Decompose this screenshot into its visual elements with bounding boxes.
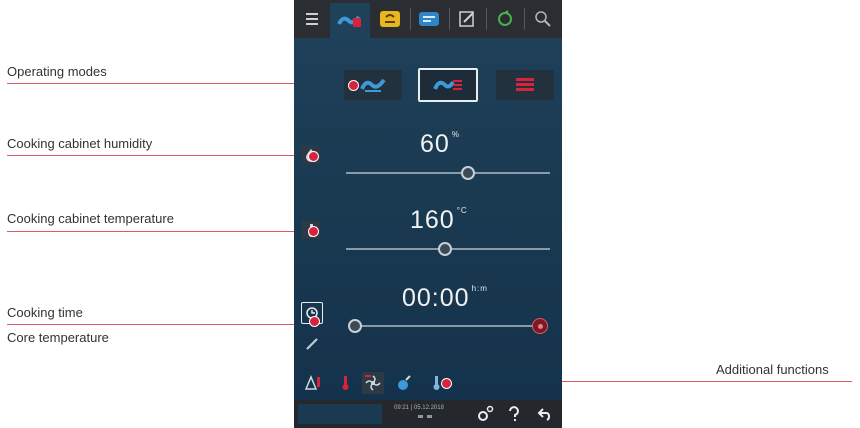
top-toolbar <box>294 0 562 38</box>
back-arrow-icon <box>537 408 551 421</box>
callout-line-humidity <box>7 155 309 156</box>
tab-menu[interactable] <box>300 5 324 33</box>
tab-manual-mode[interactable] <box>330 3 370 38</box>
cooking-time-unit: h:m <box>471 284 488 293</box>
toolbar-divider <box>486 8 487 30</box>
humidity-slider-track[interactable] <box>346 172 550 174</box>
combi-steam-icon <box>433 80 462 90</box>
mode-steam-button[interactable] <box>344 70 402 100</box>
function-button-4[interactable] <box>392 372 414 394</box>
cooking-time-value: 00:00 h:m <box>402 284 488 313</box>
callout-marker <box>348 80 359 91</box>
label-cooking-cabinet-humidity: Cooking cabinet humidity <box>7 136 153 151</box>
status-indicator-icon <box>427 415 432 418</box>
label-additional-functions: Additional functions <box>716 362 829 377</box>
status-clock: 09:21 | 05.12.2018 <box>394 405 444 411</box>
callout-marker <box>308 226 319 237</box>
settings-button[interactable] <box>474 404 496 424</box>
temperature-slider-handle[interactable] <box>438 242 452 256</box>
label-cooking-time: Cooking time <box>7 305 83 320</box>
function-button-5[interactable] <box>426 372 452 394</box>
tab-intelligent-cooking[interactable] <box>376 5 404 33</box>
tab-programming[interactable] <box>454 5 480 33</box>
back-button[interactable] <box>534 404 556 424</box>
delta-t-icon <box>304 375 320 390</box>
function-button-3[interactable] <box>362 372 384 394</box>
tab-programs[interactable] <box>415 5 443 33</box>
search-icon <box>535 11 551 27</box>
humidity-unit: % <box>451 130 460 139</box>
toolbar-divider <box>410 8 411 30</box>
programs-icon <box>419 12 439 26</box>
mode-convection-button[interactable] <box>496 70 554 100</box>
dry-heat-icon <box>516 78 534 91</box>
thermometer-icon <box>342 376 349 390</box>
oven-control-screen: 60% 160 °C 00:00 h:m 09:21 | 05.12.2018 <box>294 0 562 428</box>
cooking-time-slider-handle[interactable] <box>348 319 362 333</box>
status-indicators <box>418 415 436 419</box>
function-button-1[interactable] <box>302 372 324 394</box>
humidity-value: 60% <box>420 130 460 159</box>
humidity-number: 60 <box>420 130 450 158</box>
humidity-slider-handle[interactable] <box>461 166 475 180</box>
settings-icon <box>478 405 494 421</box>
chef-hat-icon <box>380 11 400 27</box>
temperature-side-button[interactable] <box>302 221 320 239</box>
tab-search[interactable] <box>530 5 556 33</box>
continuous-operation-button[interactable] <box>532 318 548 334</box>
core-temperature-side-button[interactable] <box>303 335 321 353</box>
function-button-2[interactable] <box>334 372 356 394</box>
toolbar-divider <box>449 8 450 30</box>
core-probe-icon <box>306 338 318 350</box>
callout-line-cooking-time <box>7 324 312 325</box>
status-field <box>298 404 382 424</box>
callout-marker <box>308 151 319 162</box>
cooking-time-side-button[interactable] <box>301 302 323 327</box>
fan-speed-icon <box>365 375 381 391</box>
bottom-status-bar: 09:21 | 05.12.2018 <box>294 400 562 428</box>
temperature-unit: °C <box>456 206 468 215</box>
label-cooking-cabinet-temperature: Cooking cabinet temperature <box>7 211 174 226</box>
temperature-number: 160 <box>410 206 455 234</box>
label-operating-modes: Operating modes <box>7 64 107 79</box>
continuous-operation-icon <box>537 323 543 329</box>
cooking-time-slider-track[interactable] <box>354 325 538 327</box>
tab-care[interactable] <box>492 5 518 33</box>
status-indicator-icon <box>418 415 423 418</box>
combi-steam-icon <box>337 15 361 27</box>
cleaning-cycle-icon <box>498 10 512 26</box>
toolbar-divider <box>524 8 525 30</box>
label-core-temperature: Core temperature <box>7 330 109 345</box>
callout-line-temperature <box>7 231 309 232</box>
humidity-side-button[interactable] <box>302 146 320 164</box>
temperature-value: 160 °C <box>410 206 468 235</box>
mode-combi-button[interactable] <box>418 68 478 102</box>
menu-icon <box>306 13 318 25</box>
edit-icon <box>459 11 474 27</box>
humidify-icon <box>398 375 411 390</box>
callout-marker <box>441 378 452 389</box>
cooking-time-number: 00:00 <box>402 284 470 312</box>
help-button[interactable] <box>504 404 524 424</box>
callout-marker <box>309 316 320 327</box>
help-icon <box>509 406 519 421</box>
steam-icon <box>360 78 386 92</box>
